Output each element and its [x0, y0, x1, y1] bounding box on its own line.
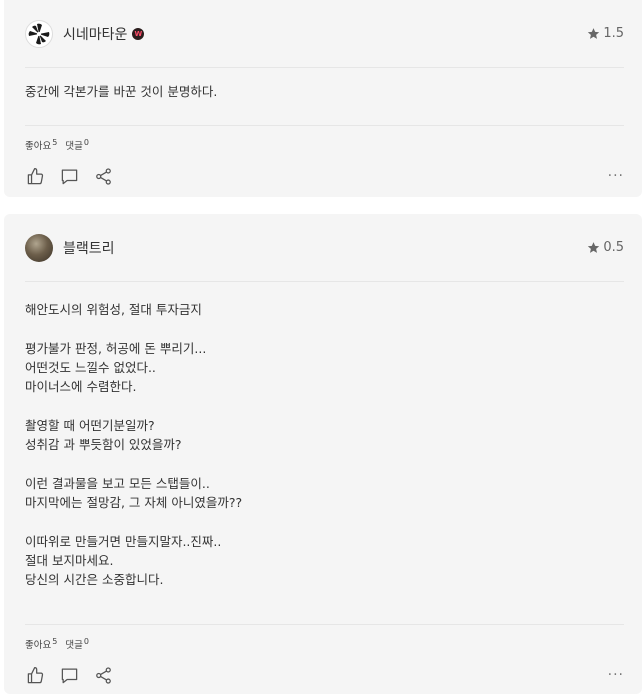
thumbs-up-icon: [27, 167, 43, 184]
thumbs-up-icon: [27, 666, 43, 683]
more-button[interactable]: ···: [608, 168, 624, 184]
more-button[interactable]: ···: [608, 667, 624, 683]
likes-count: 좋아요5: [25, 138, 58, 153]
share-icon: [95, 667, 111, 684]
tree-photo-avatar[interactable]: [25, 233, 53, 262]
like-button[interactable]: [25, 166, 45, 186]
username[interactable]: 블랙트리: [63, 238, 115, 258]
review-counts: 좋아요5 댓글0: [25, 637, 624, 651]
verified-badge: W: [132, 27, 145, 40]
review-actions: ···: [25, 665, 624, 685]
review-actions: ···: [25, 166, 624, 186]
username[interactable]: 시네마타운: [63, 24, 127, 44]
rating-value: 0.5: [603, 240, 624, 255]
star-icon: [588, 28, 600, 39]
share-icon: [95, 168, 111, 185]
review-card: 시네마타운 W 1.5 중간에 각본가를 바꾼 것이 분명하다. 좋아요5 댓글…: [4, 0, 642, 197]
review-counts: 좋아요5 댓글0: [25, 138, 624, 152]
review-header: 블랙트리 0.5: [25, 214, 624, 282]
like-button[interactable]: [25, 665, 45, 685]
comments-count: 댓글0: [65, 637, 89, 652]
avatar[interactable]: [25, 19, 53, 48]
rating-value: 1.5: [603, 26, 624, 41]
share-button[interactable]: [93, 166, 113, 186]
review-text: 해안도시의 위험성, 절대 투자금지 평가불가 판정, 허공에 돈 뿌리기...…: [25, 282, 624, 625]
comment-icon: [61, 668, 77, 683]
review-card: 블랙트리 0.5 해안도시의 위험성, 절대 투자금지 평가불가 판정, 허공에…: [4, 214, 642, 694]
rating: 1.5: [587, 26, 624, 41]
comment-button[interactable]: [59, 665, 79, 685]
fan-logo-icon: [28, 23, 50, 44]
comment-icon: [61, 169, 77, 184]
comments-count: 댓글0: [65, 138, 89, 153]
review-text: 중간에 각본가를 바꾼 것이 분명하다.: [25, 68, 624, 126]
rating: 0.5: [587, 240, 624, 255]
share-button[interactable]: [93, 665, 113, 685]
likes-count: 좋아요5: [25, 637, 58, 652]
star-icon: [588, 242, 600, 253]
review-header: 시네마타운 W 1.5: [25, 0, 624, 68]
comment-button[interactable]: [59, 166, 79, 186]
